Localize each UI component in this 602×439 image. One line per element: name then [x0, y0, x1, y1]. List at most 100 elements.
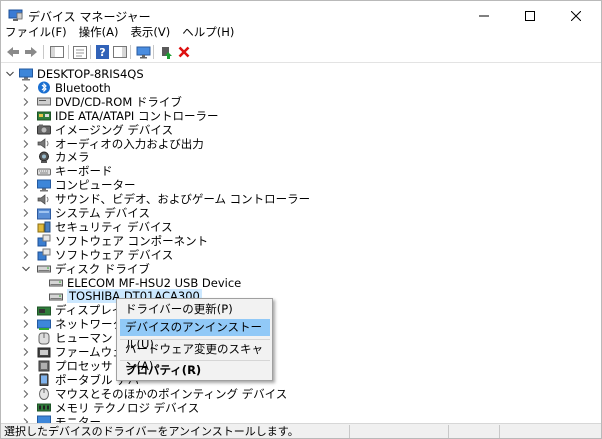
tree-category-item[interactable]: IDE ATA/ATAPI コントローラー: [23, 108, 219, 123]
tree-category-item[interactable]: メモリ テクノロジ デバイス: [23, 401, 199, 415]
firmware-icon: [37, 347, 51, 357]
bluetooth-icon: [38, 81, 50, 94]
action-pane-icon: [113, 46, 127, 58]
menu-bar: ファイル(F) 操作(A) 表示(V) ヘルプ(H): [1, 22, 601, 42]
chevron-right-icon[interactable]: [21, 194, 31, 204]
chevron-right-icon[interactable]: [21, 125, 31, 135]
chevron-right-icon[interactable]: [21, 83, 31, 93]
tree-item-label: セキュリティ デバイス: [55, 219, 173, 234]
tree-item-label: ディスク ドライブ: [55, 261, 150, 276]
chevron-right-icon[interactable]: [21, 319, 31, 329]
tree-item-label: マウスとそのほかのポインティング デバイス: [55, 386, 288, 401]
tree-category-item[interactable]: オーディオの入力および出力: [23, 137, 204, 151]
tree-item-label: ソフトウェア デバイス: [55, 247, 174, 262]
menu-file[interactable]: ファイル(F): [1, 22, 73, 42]
tree-item-label: サウンド、ビデオ、およびゲーム コントローラー: [55, 192, 311, 207]
tree-item-label: イメージング デバイス: [55, 122, 174, 137]
menu-view[interactable]: 表示(V): [124, 22, 176, 42]
security-device-icon: [37, 221, 51, 233]
mouse-icon: [39, 388, 49, 401]
computer-icon: [19, 68, 33, 80]
component-icon: [37, 248, 51, 261]
status-bar: 選択したデバイスのドライバーをアンインストールします。: [1, 423, 601, 438]
action-pane-button[interactable]: [111, 43, 129, 61]
context-menu-update-driver[interactable]: ドライバーの更新(P): [120, 301, 270, 318]
tree-item-label: プロセッサ: [55, 358, 113, 373]
chevron-right-icon[interactable]: [21, 347, 31, 357]
tree-category-item[interactable]: Bluetooth: [23, 81, 111, 95]
toolbar-separator: [68, 45, 69, 59]
back-arrow-icon: [7, 47, 19, 57]
tree-category-item[interactable]: ソフトウェア デバイス: [23, 247, 174, 262]
camera-device-icon: [37, 124, 51, 135]
chevron-down-icon[interactable]: [21, 264, 31, 274]
tree-category-item[interactable]: キーボード: [23, 164, 113, 178]
forward-arrow-icon: [25, 47, 37, 57]
dvd-drive-icon: [37, 97, 51, 106]
red-x-icon: [178, 46, 190, 58]
chevron-right-icon[interactable]: [21, 180, 31, 190]
scan-monitor-icon: [136, 46, 150, 58]
context-menu-properties[interactable]: プロパティ(R): [120, 362, 270, 379]
chevron-right-icon[interactable]: [21, 97, 31, 107]
tree-category-item[interactable]: サウンド、ビデオ、およびゲーム コントローラー: [23, 192, 311, 207]
chevron-right-icon[interactable]: [21, 111, 31, 121]
chevron-right-icon[interactable]: [21, 139, 31, 149]
console-tree-icon: [50, 46, 64, 58]
chevron-right-icon[interactable]: [21, 222, 31, 232]
tree-category-item[interactable]: DVD/CD-ROM ドライブ: [23, 94, 182, 109]
toolbar-separator: [43, 45, 44, 59]
chevron-right-icon[interactable]: [21, 389, 31, 399]
tree-category-item[interactable]: カメラ: [23, 150, 90, 164]
scan-hardware-button[interactable]: [134, 43, 152, 61]
chevron-right-icon[interactable]: [21, 361, 31, 371]
show-hide-console-tree-button[interactable]: [48, 43, 66, 61]
display-adapter-icon: [37, 306, 51, 316]
chevron-right-icon[interactable]: [21, 403, 31, 413]
context-menu-uninstall-device[interactable]: デバイスのアンインストール(U): [120, 319, 270, 351]
menu-help[interactable]: ヘルプ(H): [176, 22, 240, 42]
chevron-down-icon[interactable]: [5, 69, 15, 79]
chevron-right-icon[interactable]: [21, 305, 31, 315]
help-button[interactable]: ?: [93, 43, 111, 61]
disk-drive-icon: [49, 279, 63, 287]
speaker-icon: [37, 193, 49, 205]
toolbar-separator: [153, 45, 154, 59]
keyboard-icon: [37, 168, 51, 176]
forward-button[interactable]: [22, 43, 40, 61]
tree-category-item[interactable]: イメージング デバイス: [23, 122, 174, 137]
tree-category-item[interactable]: ディスク ドライブ: [22, 261, 150, 276]
tree-category-item[interactable]: コンピューター: [23, 178, 136, 192]
tree-category-item[interactable]: プロセッサ: [23, 358, 113, 373]
context-menu-scan-hardware[interactable]: ハードウェア変更のスキャン(A): [120, 341, 270, 373]
device-manager-window: デバイス マネージャー ファイル(F) 操作(A) 表示(V) ヘルプ(H) ?…: [0, 0, 602, 439]
status-bar-divider: [499, 425, 500, 438]
chevron-right-icon[interactable]: [21, 152, 31, 162]
tree-item-label: DVD/CD-ROM ドライブ: [55, 94, 182, 109]
chevron-right-icon[interactable]: [21, 236, 31, 246]
menu-action[interactable]: 操作(A): [73, 22, 125, 42]
tree-item-label: IDE ATA/ATAPI コントローラー: [55, 108, 219, 123]
disk-drive-icon: [37, 265, 51, 273]
device-manager-app-icon: [8, 9, 23, 21]
tree-device-item[interactable]: ELECOM MF-HSU2 USB Device: [49, 276, 241, 290]
processor-icon: [38, 360, 50, 372]
update-driver-icon: [162, 47, 172, 59]
speaker-icon: [37, 138, 49, 149]
tree-category-item[interactable]: セキュリティ デバイス: [23, 219, 173, 234]
tree-category-item[interactable]: システム デバイス: [23, 206, 150, 220]
chevron-right-icon[interactable]: [21, 375, 31, 385]
properties-button[interactable]: [71, 43, 89, 61]
uninstall-device-button[interactable]: [175, 43, 193, 61]
chevron-right-icon[interactable]: [21, 166, 31, 176]
chevron-right-icon[interactable]: [21, 250, 31, 260]
tree-root[interactable]: DESKTOP-8RIS4QS: [5, 67, 144, 81]
system-folder-icon: [37, 208, 51, 219]
device-tree: DESKTOP-8RIS4QS Bluetooth DVD/CD-ROM ドライブ…: [1, 64, 601, 424]
tree-category-item[interactable]: ソフトウェア コンポーネント: [23, 234, 208, 248]
chevron-right-icon[interactable]: [21, 333, 31, 343]
chevron-right-icon[interactable]: [21, 208, 31, 218]
tree-category-item[interactable]: マウスとそのほかのポインティング デバイス: [23, 386, 288, 401]
update-driver-button[interactable]: [157, 43, 175, 61]
back-button[interactable]: [4, 43, 22, 61]
